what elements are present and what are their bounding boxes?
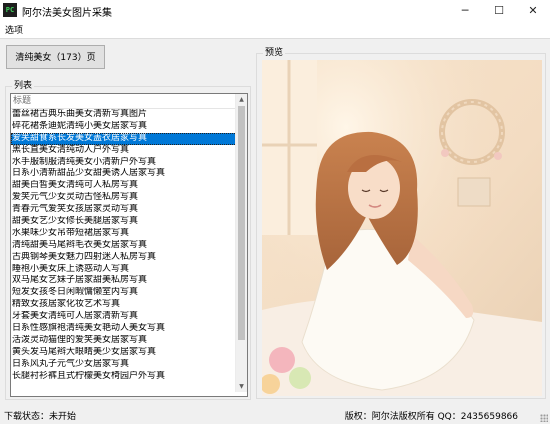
list-item[interactable]: 活泼灵动猫俚的爱笑美女居家写真 bbox=[11, 335, 237, 347]
title-bar: PC 阿尔法美女图片采集 ─ ☐ ✕ bbox=[0, 0, 550, 20]
preview-group-label: 预览 bbox=[263, 47, 286, 59]
download-status-text: 下载状态：未开始 bbox=[4, 412, 77, 422]
menu-options[interactable]: 选项 bbox=[5, 23, 23, 36]
status-bar: 下载状态：未开始 版权：阿尔法版权所有 QQ：2435659866 bbox=[0, 404, 550, 424]
list-item[interactable]: 牙套美女清纯可人居家清新写真 bbox=[11, 311, 237, 323]
list-item[interactable]: 日系风丸子元气少女居家写真 bbox=[11, 359, 237, 371]
scroll-thumb[interactable] bbox=[238, 106, 245, 340]
column-header-title[interactable]: 标题 bbox=[11, 94, 247, 109]
list-item[interactable]: 短发女孩冬日闲暇慵懒室内写真 bbox=[11, 287, 237, 299]
vertical-scrollbar[interactable]: ▲ ▼ bbox=[235, 94, 247, 392]
resize-grip-icon[interactable] bbox=[540, 414, 548, 422]
list-item[interactable]: 青春元气爱笑女孩居家灵动写真 bbox=[11, 204, 237, 216]
list-item[interactable]: 长腿衬衫裤且式柠檬美女椅园户外写真 bbox=[11, 371, 237, 383]
list-item[interactable]: 日系性感旗袍清纯美女艳动人美女写真 bbox=[11, 323, 237, 335]
list-rows: 蕾丝裙古典乐曲美女清新写真图片 碎花裙条迪妮清纯小美女居家写真 爱笑甜食系长发美女盖… bbox=[11, 109, 237, 382]
list-item[interactable]: 蕾丝裙古典乐曲美女清新写真图片 bbox=[11, 109, 237, 121]
list-item[interactable]: 清纯甜美马尾辫毛衣美女居家写真 bbox=[11, 240, 237, 252]
app-icon: PC bbox=[3, 3, 17, 17]
maximize-button[interactable]: ☐ bbox=[482, 0, 516, 20]
list-group-label: 列表 bbox=[12, 80, 35, 92]
list-item[interactable]: 甜美白皙美女清纯可人私房写真 bbox=[11, 180, 237, 192]
list-item[interactable]: 爱笑元气少女灵动古怪私房写真 bbox=[11, 192, 237, 204]
title-listview[interactable]: 标题 蕾丝裙古典乐曲美女清新写真图片 碎花裙条迪妮清纯小美女居家写真 爱笑甜食系长发… bbox=[10, 93, 248, 397]
list-item[interactable]: 水手服制服清纯美女小清新户外写真 bbox=[11, 157, 237, 169]
minimize-button[interactable]: ─ bbox=[448, 0, 482, 20]
list-item[interactable]: 碎花裙条迪妮清纯小美女居家写真 bbox=[11, 121, 237, 133]
list-item[interactable]: 水果味少女吊带短裙居家写真 bbox=[11, 228, 237, 240]
list-item[interactable]: 古典钢琴美女魅力四射迷人私房写真 bbox=[11, 252, 237, 264]
list-item[interactable]: 双马尾女艺妹子居家甜美私房写真 bbox=[11, 275, 237, 287]
window-title: 阿尔法美女图片采集 bbox=[22, 8, 112, 19]
list-item[interactable]: 精致女孩居家化妆艺术写真 bbox=[11, 299, 237, 311]
scroll-down-icon[interactable]: ▼ bbox=[236, 381, 247, 392]
list-item[interactable]: 睡袍小美女床上诱惑动人写真 bbox=[11, 264, 237, 276]
list-item[interactable]: 日系小清新甜品少女甜美诱人居家写真 bbox=[11, 168, 237, 180]
list-groupbox: 列表 标题 蕾丝裙古典乐曲美女清新写真图片 碎花裙条迪妮清纯小美女居家写真 爱笑甜食… bbox=[5, 80, 251, 400]
list-item[interactable]: 爱笑甜食系长发美女盖衣居家写真 bbox=[11, 132, 237, 145]
list-item[interactable]: 黑长直美女清纯动人户外写真 bbox=[11, 145, 237, 157]
list-item[interactable]: 黄头发马尾辫大眼睛美少女居家写真 bbox=[11, 347, 237, 359]
scroll-up-icon[interactable]: ▲ bbox=[236, 94, 247, 105]
menu-bar: 选项 bbox=[0, 20, 550, 39]
preview-groupbox: 预览 bbox=[256, 47, 546, 399]
clean-girls-page-button[interactable]: 清纯美女（173）页 bbox=[6, 45, 105, 69]
list-item[interactable]: 甜美女艺少女修长美腿居家写真 bbox=[11, 216, 237, 228]
copyright-text: 版权：阿尔法版权所有 QQ：2435659866 bbox=[344, 412, 518, 422]
preview-image bbox=[262, 60, 542, 396]
close-button[interactable]: ✕ bbox=[516, 0, 550, 20]
